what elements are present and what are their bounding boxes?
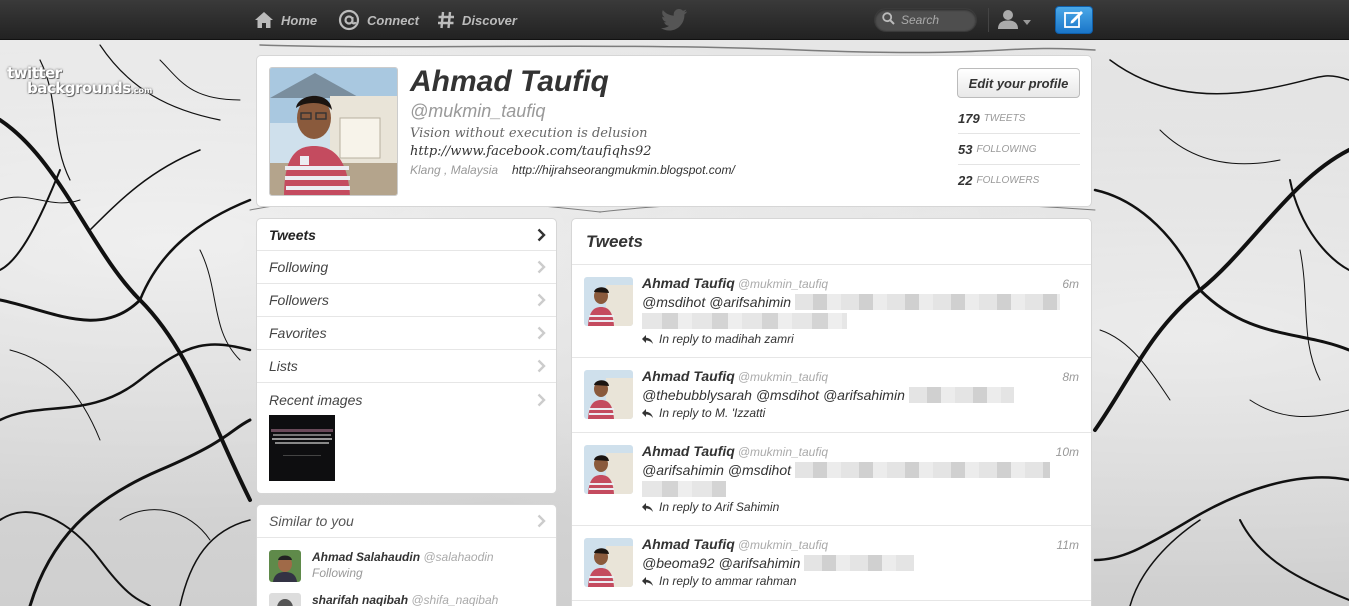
tweet-item[interactable]: Ahmad Taufiq @mukmin_taufiq 11m @beoma92 … [572, 526, 1091, 601]
tweet-author: Ahmad Taufiq @mukmin_taufiq [642, 368, 829, 384]
nav-followers[interactable]: Followers [257, 284, 556, 317]
redacted-text [794, 294, 1060, 310]
user-icon [996, 9, 1020, 32]
avatar[interactable] [269, 550, 301, 582]
tweets-heading: Tweets [572, 219, 1091, 265]
chevron-down-icon [1023, 13, 1031, 28]
chevron-right-icon [537, 359, 546, 376]
tweet-author: Ahmad Taufiq @mukmin_taufiq [642, 443, 829, 459]
chevron-right-icon [537, 228, 546, 245]
in-reply-to-link[interactable]: In reply to ammar rahman [642, 574, 796, 588]
in-reply-to-link[interactable]: In reply to M. 'Izzatti [642, 406, 765, 420]
recent-image-thumbnail[interactable] [269, 415, 335, 481]
in-reply-to-link[interactable]: In reply to Arif Sahimin [642, 500, 779, 514]
reply-arrow-icon [642, 408, 653, 418]
search-icon [882, 12, 895, 28]
tweet-timestamp[interactable]: 11m [1057, 538, 1079, 552]
tweet-item[interactable]: Ahmad Taufiq @mukmin_taufiq 6m @msdihot @… [572, 265, 1091, 358]
search-box[interactable] [874, 8, 977, 32]
redacted-text [642, 481, 726, 497]
chevron-right-icon [537, 393, 546, 410]
profile-location: Klang , Malaysia [410, 163, 499, 177]
profile-bio-link[interactable]: http://www.facebook.com/taufiqhs92 [410, 144, 652, 159]
profile-handle: @mukmin_taufiq [410, 101, 546, 121]
profile-stats: 179 TWEETS 53 FOLLOWING 22 FOLLOWERS [958, 103, 1080, 196]
twitter-bird-icon[interactable] [660, 9, 688, 34]
redacted-text [642, 313, 847, 329]
stat-followers[interactable]: 22 FOLLOWERS [958, 165, 1080, 196]
twitterbackgrounds-watermark: twitter backgrounds.com [7, 64, 153, 97]
chevron-right-icon [537, 260, 546, 277]
compose-tweet-button[interactable] [1055, 6, 1093, 34]
avatar[interactable] [269, 593, 301, 606]
nav-recent-images[interactable]: Recent images [257, 383, 556, 416]
avatar[interactable] [584, 538, 633, 587]
similar-user-status: Following [312, 566, 363, 580]
home-icon [254, 11, 274, 29]
nav-tweets[interactable]: Tweets [257, 219, 556, 251]
topbar-divider [988, 8, 989, 32]
nav-favorites[interactable]: Favorites [257, 317, 556, 350]
stat-following[interactable]: 53 FOLLOWING [958, 134, 1080, 165]
chevron-right-icon [537, 514, 546, 531]
top-navigation-bar: Home Connect Discover [0, 0, 1349, 40]
tweet-timestamp[interactable]: 10m [1056, 445, 1079, 459]
tweet-timestamp[interactable]: 6m [1062, 277, 1079, 291]
hashtag-icon [437, 11, 455, 29]
tweet-timestamp[interactable]: 8m [1062, 370, 1079, 384]
nav-home-label: Home [281, 12, 318, 28]
tweet-item[interactable]: Ahmad Taufiq @mukmin_taufiq 10m @arifsahi… [572, 433, 1091, 526]
nav-discover[interactable]: Discover [437, 0, 517, 40]
reply-arrow-icon [642, 502, 653, 512]
search-input[interactable] [901, 13, 971, 27]
tweet-text: @beoma92 @arifsahimin [642, 555, 915, 571]
at-sign-icon [338, 9, 360, 31]
similar-header[interactable]: Similar to you [257, 505, 556, 538]
tweet-author: Ahmad Taufiq @mukmin_taufiq [642, 536, 829, 552]
chevron-right-icon [537, 293, 546, 310]
avatar[interactable] [584, 370, 633, 419]
nav-following[interactable]: Following [257, 251, 556, 284]
tweet-text: @arifsahimin @msdihot [642, 462, 1050, 478]
user-menu-button[interactable] [996, 9, 1031, 32]
compose-icon [1064, 10, 1084, 31]
redacted-text [794, 462, 1050, 478]
profile-card: Ahmad Taufiq @mukmin_taufiq Vision witho… [256, 55, 1092, 207]
nav-home[interactable]: Home [254, 0, 317, 40]
redacted-text [804, 555, 915, 571]
tweets-timeline: Tweets Ahmad Taufiq @mukmin_taufiq 6m @ms… [571, 218, 1092, 606]
similar-user-name: sharifah naqibah @shifa_naqibah [312, 593, 499, 606]
nav-connect[interactable]: Connect [338, 0, 419, 40]
avatar[interactable] [584, 445, 633, 494]
profile-url-link[interactable]: http://hijrahseorangmukmin.blogspot.com/ [512, 163, 735, 177]
profile-nav-panel: Tweets Following Followers Favorites Lis… [256, 218, 557, 494]
similar-to-you-panel: Similar to you Ahmad Salahaudin @salahao… [256, 504, 557, 606]
redacted-text [908, 387, 1014, 403]
chevron-right-icon [537, 326, 546, 343]
tweet-item[interactable]: Ahmad Taufiq @mukmin_taufiq 8m @thebubbly… [572, 358, 1091, 433]
nav-connect-label: Connect [367, 12, 419, 28]
reply-arrow-icon [642, 334, 653, 344]
tweet-text: @thebubblysarah @msdihot @arifsahimin [642, 387, 1014, 403]
nav-discover-label: Discover [462, 12, 517, 28]
avatar[interactable] [584, 277, 633, 326]
nav-lists[interactable]: Lists [257, 350, 556, 383]
reply-arrow-icon [642, 576, 653, 586]
profile-bio: Vision without execution is delusion [410, 126, 648, 141]
tweet-author: Ahmad Taufiq @mukmin_taufiq [642, 275, 829, 291]
stat-tweets[interactable]: 179 TWEETS [958, 103, 1080, 134]
edit-profile-button[interactable]: Edit your profile [957, 68, 1080, 98]
profile-avatar[interactable] [269, 67, 398, 196]
profile-name: Ahmad Taufiq [410, 65, 609, 98]
in-reply-to-link[interactable]: In reply to madihah zamri [642, 332, 794, 346]
tweet-text: @msdihot @arifsahimin [642, 294, 1060, 310]
similar-user-name: Ahmad Salahaudin @salahaodin [312, 550, 494, 564]
